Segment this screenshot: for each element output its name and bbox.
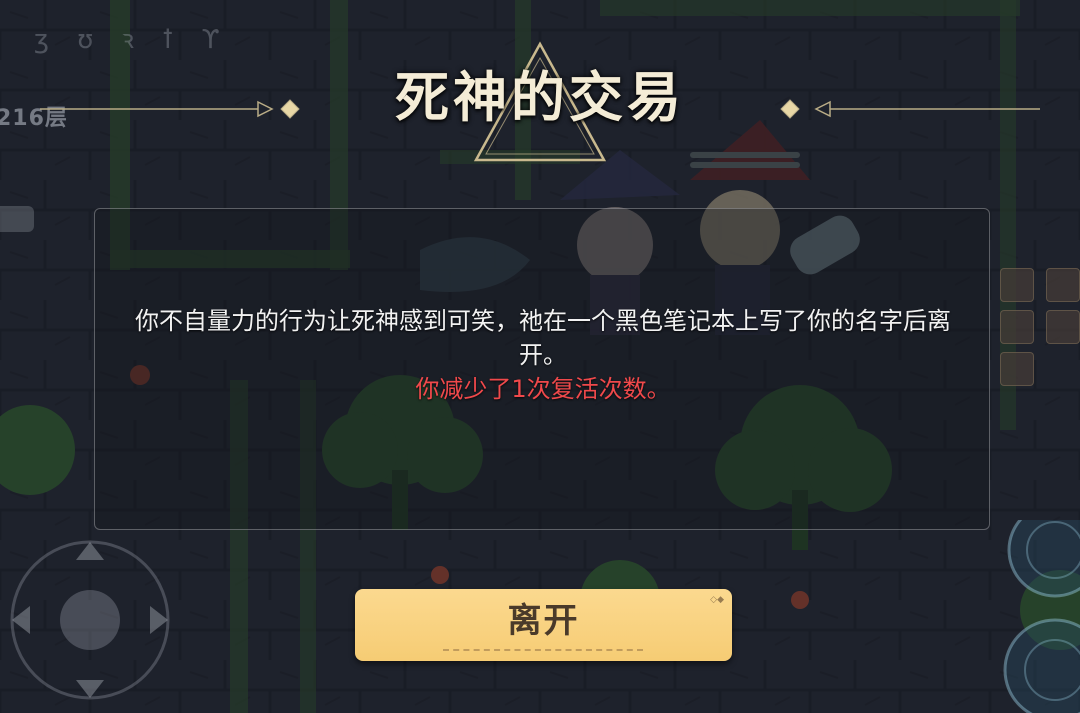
button-underline (443, 649, 643, 651)
side-menu-gear-icon[interactable] (1046, 268, 1080, 302)
dialog-title: 死神的交易 (395, 65, 685, 129)
side-menu-book-icon[interactable] (1000, 310, 1034, 344)
leave-button[interactable]: 离开 ◇◆ (355, 589, 732, 661)
leave-button-label: 离开 (507, 601, 580, 641)
side-menu-scroll-icon[interactable] (1000, 352, 1034, 386)
dialog-body: 你不自量力的行为让死神感到可笑，祂在一个黑色笔记本上写了你的名字后离开。 你减少… (115, 304, 971, 406)
game-screen: ʒ ʊ ꝛ ꝉ ϒ 216层 死神的交易 你不自量力的行为让死神感到可笑，祂在一… (0, 0, 1080, 713)
side-menu-hand-icon[interactable] (1000, 268, 1034, 302)
side-menu-bag-icon[interactable] (1046, 310, 1080, 344)
dialog-message: 你不自量力的行为让死神感到可笑，祂在一个黑色笔记本上写了你的名字后离开。 (135, 307, 951, 369)
corner-dots-icon: ◇◆ (710, 595, 724, 605)
directional-pad-icon[interactable] (0, 520, 185, 713)
dialog-panel: 你不自量力的行为让死神感到可笑，祂在一个黑色笔记本上写了你的名字后离开。 你减少… (94, 208, 990, 530)
sound-toggle[interactable] (0, 206, 34, 232)
penalty-message: 你减少了1次复活次数。 (415, 375, 671, 403)
skill-rune-icon[interactable] (975, 520, 1080, 713)
